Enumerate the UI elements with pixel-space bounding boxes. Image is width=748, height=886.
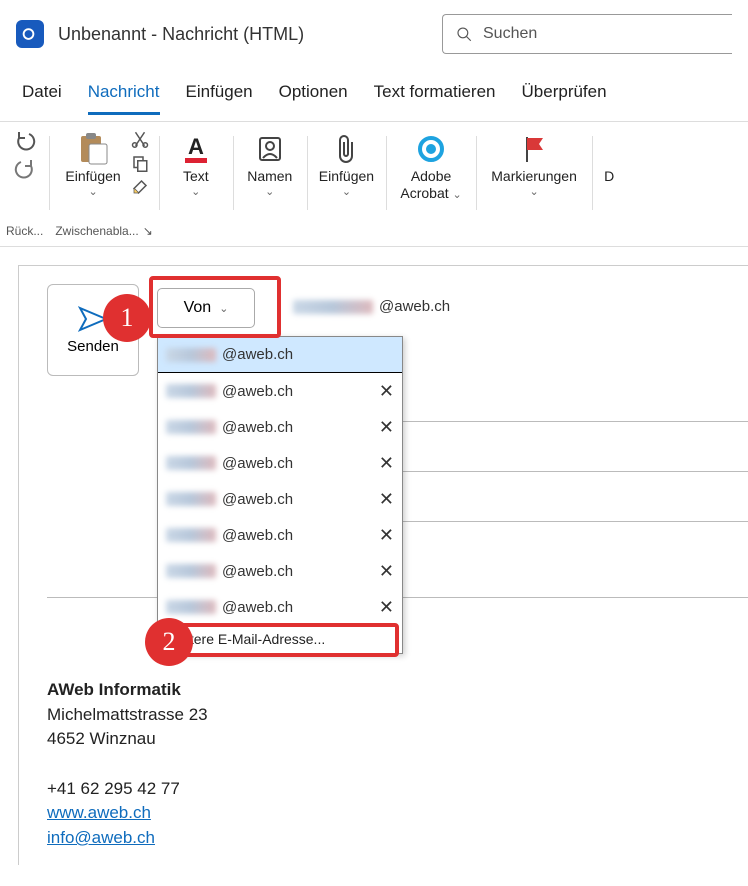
tab-text-formatieren[interactable]: Text formatieren <box>374 82 496 115</box>
tab-datei[interactable]: Datei <box>22 82 62 115</box>
search-icon <box>455 25 473 43</box>
cut-icon[interactable] <box>131 130 149 148</box>
from-option[interactable]: @aweb.ch ✕ <box>158 481 402 517</box>
remove-icon[interactable]: ✕ <box>379 489 394 510</box>
from-dropdown-button[interactable]: Von ⌄ <box>157 288 255 328</box>
from-option[interactable]: @aweb.ch ✕ <box>158 553 402 589</box>
adobe-acrobat-button[interactable]: AdobeAcrobat ⌄ <box>392 128 470 204</box>
compose-pane: 1 Senden Von ⌄ @aweb.ch @aweb.ch ✕ <box>18 265 748 865</box>
names-button[interactable]: Namen ⌄ <box>239 128 301 200</box>
window-title: Unbenannt - Nachricht (HTML) <box>58 24 304 45</box>
address-book-icon <box>255 132 285 166</box>
redacted-text <box>166 420 216 434</box>
title-bar: Unbenannt - Nachricht (HTML) Suchen <box>0 0 748 68</box>
redacted-text <box>166 348 216 362</box>
ribbon-group-undo-label: Rück... <box>6 222 43 240</box>
ribbon-group-clipboard: Einfügen ⌄ Zwischenabla... ↘ <box>49 128 158 240</box>
dialog-launcher-icon[interactable]: ↘ <box>143 224 153 238</box>
ribbon-group-cutoff: D <box>592 128 626 240</box>
clipboard-icon <box>75 132 111 166</box>
font-color-icon: A <box>181 132 211 166</box>
redacted-text <box>166 456 216 470</box>
adobe-icon <box>416 132 446 166</box>
from-dropdown-list: @aweb.ch @aweb.ch ✕ @aweb.ch ✕ @aweb.ch … <box>157 336 403 654</box>
copy-icon[interactable] <box>131 154 149 172</box>
tab-ueberpruefen[interactable]: Überprüfen <box>522 82 607 115</box>
attach-button[interactable]: Einfügen ⌄ <box>313 128 380 200</box>
chevron-down-icon: ⌄ <box>219 302 228 315</box>
tab-einfuegen[interactable]: Einfügen <box>186 82 253 115</box>
from-option[interactable]: @aweb.ch ✕ <box>158 517 402 553</box>
annotation-marker-2: 2 <box>145 618 193 666</box>
from-option[interactable]: @aweb.ch ✕ <box>158 409 402 445</box>
ribbon-group-adobe: AdobeAcrobat ⌄ <box>386 128 476 240</box>
chevron-down-icon: ⌄ <box>529 185 538 198</box>
chevron-down-icon: ⌄ <box>88 185 97 198</box>
ribbon: Rück... Einfügen ⌄ Zwischenabla... ↘ <box>0 121 748 247</box>
chevron-down-icon: ⌄ <box>265 185 274 198</box>
remove-icon[interactable]: ✕ <box>379 525 394 546</box>
tab-optionen[interactable]: Optionen <box>279 82 348 115</box>
email-signature: AWeb Informatik Michelmattstrasse 23 465… <box>47 678 728 850</box>
ribbon-group-tags: Markierungen ⌄ <box>476 128 592 240</box>
from-current-value: @aweb.ch <box>293 298 450 315</box>
svg-text:A: A <box>188 134 204 159</box>
text-format-button[interactable]: A Text ⌄ <box>165 128 227 200</box>
from-option[interactable]: @aweb.ch ✕ <box>158 589 402 625</box>
format-painter-icon[interactable] <box>131 178 149 196</box>
ribbon-group-names: Namen ⌄ <box>233 128 307 240</box>
redacted-text <box>166 528 216 542</box>
signature-street: Michelmattstrasse 23 <box>47 703 728 728</box>
ribbon-group-text: A Text ⌄ <box>159 128 233 240</box>
from-option[interactable]: @aweb.ch ✕ <box>158 445 402 481</box>
redo-icon[interactable] <box>13 158 37 180</box>
remove-icon[interactable]: ✕ <box>379 561 394 582</box>
cutoff-button[interactable]: D <box>598 128 620 187</box>
remove-icon[interactable]: ✕ <box>379 381 394 402</box>
flag-icon <box>521 132 547 166</box>
undo-icon[interactable] <box>13 130 37 152</box>
remove-icon[interactable]: ✕ <box>379 417 394 438</box>
redacted-text <box>166 492 216 506</box>
signature-email-link[interactable]: info@aweb.ch <box>47 828 155 847</box>
signature-phone: +41 62 295 42 77 <box>47 777 728 802</box>
from-option[interactable]: @aweb.ch ✕ <box>158 373 402 409</box>
outlook-app-icon <box>16 20 44 48</box>
signature-city: 4652 Winznau <box>47 727 728 752</box>
chevron-down-icon: ⌄ <box>453 189 462 201</box>
from-option[interactable]: @aweb.ch <box>158 337 402 373</box>
flag-button[interactable]: Markierungen ⌄ <box>482 128 586 200</box>
remove-icon[interactable]: ✕ <box>379 453 394 474</box>
chevron-down-icon: ⌄ <box>342 185 351 198</box>
tab-nachricht[interactable]: Nachricht <box>88 82 160 115</box>
redacted-text <box>293 300 373 314</box>
signature-web-link[interactable]: www.aweb.ch <box>47 803 151 822</box>
redacted-text <box>166 384 216 398</box>
ribbon-group-include: Einfügen ⌄ <box>307 128 386 240</box>
redacted-text <box>166 600 216 614</box>
signature-company: AWeb Informatik <box>47 678 728 703</box>
redacted-text <box>166 564 216 578</box>
search-input[interactable]: Suchen <box>442 14 732 54</box>
ribbon-group-clipboard-label: Zwischenabla... ↘ <box>55 222 152 240</box>
remove-icon[interactable]: ✕ <box>379 597 394 618</box>
from-more-addresses[interactable]: Weitere E-Mail-Adresse... <box>158 625 402 653</box>
paste-button[interactable]: Einfügen ⌄ <box>59 128 126 200</box>
ribbon-tabs: Datei Nachricht Einfügen Optionen Text f… <box>0 68 748 115</box>
search-placeholder: Suchen <box>483 25 537 43</box>
paperclip-icon <box>333 132 359 166</box>
chevron-down-icon: ⌄ <box>191 185 200 198</box>
annotation-marker-1: 1 <box>103 294 151 342</box>
ribbon-group-undo: Rück... <box>0 128 49 240</box>
